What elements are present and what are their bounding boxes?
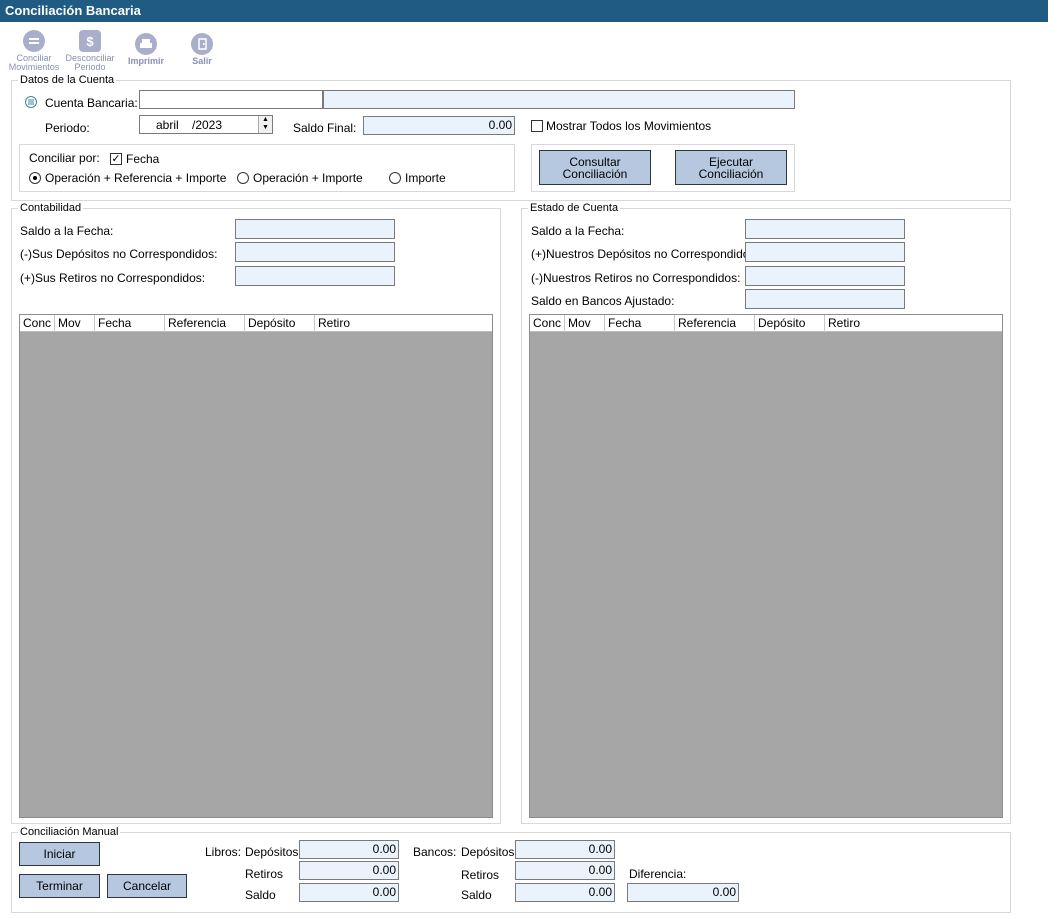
col-deposito[interactable]: Depósito xyxy=(245,315,315,332)
salir-label: Salir xyxy=(192,56,212,66)
col-deposito[interactable]: Depósito xyxy=(755,315,825,332)
opt-importe-radio[interactable] xyxy=(389,172,401,184)
cont-saldo-fecha-label: Saldo a la Fecha: xyxy=(20,224,114,238)
edo-retiros-nc-field xyxy=(745,266,905,286)
col-referencia[interactable]: Referencia xyxy=(675,315,755,332)
opt-operacion-referencia-importe-radio[interactable] xyxy=(29,172,41,184)
cuenta-bancaria-label: Cuenta Bancaria: xyxy=(45,96,138,110)
equals-icon xyxy=(23,30,45,52)
libros-retiros-field: 0.00 xyxy=(299,861,399,880)
col-retiro[interactable]: Retiro xyxy=(315,315,492,332)
iniciar-button[interactable]: Iniciar xyxy=(19,842,100,866)
opt-operacion-importe-radio[interactable] xyxy=(237,172,249,184)
edo-retiros-nc-label: (-)Nuestros Retiros no Correspondidos: xyxy=(531,271,741,285)
cont-saldo-fecha-field xyxy=(235,219,395,239)
cont-depositos-nc-field xyxy=(235,242,395,262)
datos-cuenta-legend: Datos de la Cuenta xyxy=(20,74,115,86)
edo-saldo-fecha-field xyxy=(745,219,905,239)
cont-depositos-nc-label: (-)Sus Depósitos no Correspondidos: xyxy=(20,247,218,261)
estado-cuenta-legend: Estado de Cuenta xyxy=(530,202,619,214)
window-title: Conciliación Bancaria xyxy=(0,0,1048,22)
cancelar-button[interactable]: Cancelar xyxy=(107,874,187,898)
periodo-label: Periodo: xyxy=(45,121,90,135)
cuenta-descripcion-field xyxy=(323,90,795,109)
bancos-depositos-label: Depósitos xyxy=(461,845,515,859)
cont-retiros-nc-label: (+)Sus Retiros no Correspondidos: xyxy=(20,271,206,285)
diferencia-label: Diferencia: xyxy=(629,867,687,881)
col-conc[interactable]: Conc xyxy=(530,315,565,332)
col-mov[interactable]: Mov xyxy=(565,315,605,332)
col-fecha[interactable]: Fecha xyxy=(605,315,675,332)
periodo-year: /2023 xyxy=(192,118,223,132)
edo-saldo-ajustado-field xyxy=(745,289,905,309)
bancos-retiros-field: 0.00 xyxy=(515,861,615,880)
cont-retiros-nc-field xyxy=(235,266,395,286)
col-referencia[interactable]: Referencia xyxy=(165,315,245,332)
opt-operacion-importe-label: Operación + Importe xyxy=(253,171,363,185)
fecha-label: Fecha xyxy=(126,152,160,166)
conciliar-por-label: Conciliar por: xyxy=(29,151,100,165)
bancos-label: Bancos: xyxy=(413,845,457,859)
exit-door-icon xyxy=(191,33,213,55)
saldo-final-label: Saldo Final: xyxy=(293,121,357,135)
imprimir-label: Imprimir xyxy=(127,56,164,66)
desconciliar-periodo-button[interactable]: $ Desconciliar Periodo xyxy=(62,30,118,80)
conciliar-movimientos-button[interactable]: Conciliar Movimientos xyxy=(6,30,62,80)
libros-label: Libros: xyxy=(205,845,242,859)
opt-importe-label: Importe xyxy=(405,171,446,185)
libros-depositos-field: 0.00 xyxy=(299,840,399,859)
contabilidad-legend: Contabilidad xyxy=(20,202,82,214)
diferencia-field: 0.00 xyxy=(627,883,739,902)
estado-cuenta-grid[interactable]: Conc Mov Fecha Referencia Depósito Retir… xyxy=(529,314,1003,818)
dollar-icon: $ xyxy=(79,30,101,52)
fecha-checkbox[interactable]: ✓ xyxy=(110,153,122,165)
saldo-final-field: 0.00 xyxy=(363,116,515,135)
desconciliar-label: Desconciliar Periodo xyxy=(65,53,115,72)
spin-down-icon[interactable]: ▼ xyxy=(259,124,272,132)
libros-saldo-label: Saldo xyxy=(245,888,276,902)
col-retiro[interactable]: Retiro xyxy=(825,315,1002,332)
cuenta-bancaria-input[interactable] xyxy=(139,90,323,109)
col-conc[interactable]: Conc xyxy=(20,315,55,332)
libros-retiros-label: Retiros xyxy=(245,867,284,881)
periodo-month: abril xyxy=(156,118,179,132)
periodo-picker[interactable]: abril /2023 ▲ ▼ xyxy=(139,115,273,134)
libros-depositos-label: Depósitos xyxy=(245,845,299,859)
libros-saldo-field: 0.00 xyxy=(299,883,399,902)
col-fecha[interactable]: Fecha xyxy=(95,315,165,332)
contabilidad-grid-header: Conc Mov Fecha Referencia Depósito Retir… xyxy=(20,315,492,332)
printer-icon xyxy=(135,33,157,55)
edo-depositos-nc-label: (+)Nuestros Depósitos no Correspondidos: xyxy=(531,247,759,261)
conciliacion-manual-legend: Conciliación Manual xyxy=(20,826,119,838)
spin-up-icon[interactable]: ▲ xyxy=(259,116,272,124)
bancos-saldo-field: 0.00 xyxy=(515,883,615,902)
bancos-retiros-label: Retiros xyxy=(461,868,500,882)
mostrar-todos-label: Mostrar Todos los Movimientos xyxy=(546,119,712,133)
edo-saldo-ajustado-label: Saldo en Bancos Ajustado: xyxy=(531,294,675,308)
estado-cuenta-grid-header: Conc Mov Fecha Referencia Depósito Retir… xyxy=(530,315,1002,332)
col-mov[interactable]: Mov xyxy=(55,315,95,332)
consultar-conciliacion-button[interactable]: Consultar Conciliación xyxy=(539,150,651,185)
mostrar-todos-checkbox[interactable] xyxy=(531,120,543,132)
list-search-icon[interactable] xyxy=(25,96,37,108)
bancos-depositos-field: 0.00 xyxy=(515,840,615,859)
terminar-button[interactable]: Terminar xyxy=(19,874,100,898)
contabilidad-grid[interactable]: Conc Mov Fecha Referencia Depósito Retir… xyxy=(19,314,493,818)
conciliar-label: Conciliar Movimientos xyxy=(8,53,60,72)
edo-saldo-fecha-label: Saldo a la Fecha: xyxy=(531,224,625,238)
ejecutar-conciliacion-button[interactable]: Ejecutar Conciliación xyxy=(675,150,787,185)
edo-depositos-nc-field xyxy=(745,242,905,262)
bancos-saldo-label: Saldo xyxy=(461,888,492,902)
conciliacion-manual-group: Conciliación Manual xyxy=(11,826,1011,913)
opt-operacion-referencia-importe-label: Operación + Referencia + Importe xyxy=(45,171,227,185)
periodo-spinner[interactable]: ▲ ▼ xyxy=(258,116,272,133)
